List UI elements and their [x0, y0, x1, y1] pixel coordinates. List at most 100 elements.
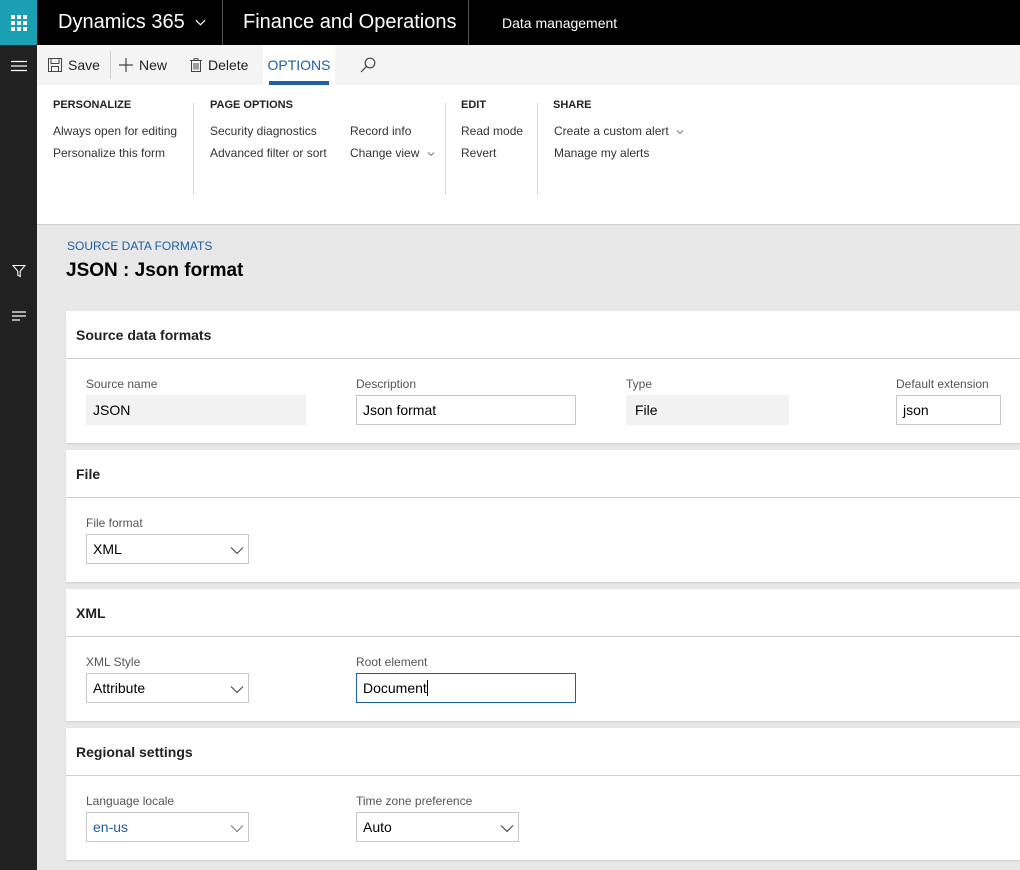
field-label: XML Style	[86, 655, 141, 669]
search-button[interactable]	[357, 45, 379, 85]
section-header[interactable]: Regional settings	[66, 728, 1020, 776]
field-value: XML	[93, 541, 122, 557]
change-view-button[interactable]: Change view	[350, 146, 435, 160]
waffle-icon	[10, 14, 27, 31]
ribbon-group-title: PAGE OPTIONS	[210, 99, 293, 111]
save-button[interactable]: Save	[48, 45, 100, 85]
new-label: New	[139, 57, 168, 73]
field-label: Source name	[86, 377, 158, 391]
language-locale-field: Language locale en-us	[86, 794, 249, 842]
time-zone-preference-select[interactable]: Auto	[356, 812, 519, 842]
source-name-input: JSON	[86, 395, 306, 425]
hamburger-menu-icon	[10, 60, 27, 72]
root-element-input[interactable]: Document	[356, 673, 576, 703]
default-extension-field: Default extension json	[896, 377, 1001, 425]
description-input[interactable]: Json format	[356, 395, 576, 425]
field-value: JSON	[93, 402, 131, 418]
filter-icon	[11, 264, 26, 278]
type-field: Type File	[626, 377, 789, 425]
tab-options[interactable]: OPTIONS	[263, 45, 335, 85]
topbar-divider	[468, 0, 469, 45]
field-label: File format	[86, 516, 143, 530]
chevron-down-icon	[427, 152, 435, 156]
advanced-filter-or-sort-button[interactable]: Advanced filter or sort	[210, 146, 327, 160]
field-value: Json format	[363, 402, 437, 418]
section-file: File File format XML	[66, 450, 1020, 582]
chevron-down-icon	[500, 825, 514, 833]
top-navigation-bar: Dynamics 365 Finance and Operations Data…	[0, 0, 1020, 45]
related-info-button[interactable]	[0, 301, 37, 331]
options-ribbon: PERSONALIZE Always open for editing Pers…	[37, 85, 1020, 225]
breadcrumb[interactable]: SOURCE DATA FORMATS	[67, 239, 212, 253]
record-info-button[interactable]: Record info	[350, 124, 411, 138]
manage-my-alerts-button[interactable]: Manage my alerts	[554, 146, 649, 160]
personalize-this-form-button[interactable]: Personalize this form	[53, 146, 165, 160]
xml-style-field: XML Style Attribute	[86, 655, 249, 703]
xml-style-select[interactable]: Attribute	[86, 673, 249, 703]
topbar-divider	[222, 0, 223, 45]
ribbon-divider	[193, 103, 194, 195]
field-label: Type	[626, 377, 653, 391]
module-name[interactable]: Data management	[502, 0, 617, 45]
page-title: JSON : Json format	[66, 260, 244, 281]
delete-button[interactable]: Delete	[190, 45, 248, 85]
chevron-down-icon	[195, 19, 206, 26]
section-header[interactable]: XML	[66, 589, 1020, 637]
description-field: Description Json format	[356, 377, 576, 425]
search-icon	[360, 57, 376, 73]
default-extension-input[interactable]: json	[896, 395, 1001, 425]
ribbon-group-title: EDIT	[461, 99, 487, 111]
create-custom-alert-button[interactable]: Create a custom alert	[554, 124, 684, 138]
field-value: Document	[363, 680, 427, 696]
filter-pane-button[interactable]	[0, 256, 37, 286]
action-pane: Save New Delete OPTIONS	[37, 45, 1020, 85]
section-header[interactable]: File	[66, 450, 1020, 498]
plus-icon	[119, 58, 133, 72]
text-cursor	[426, 680, 428, 696]
root-element-field: Root element Document	[356, 655, 576, 703]
chevron-down-icon	[230, 547, 244, 555]
save-icon	[48, 58, 62, 72]
ribbon-group-title: PERSONALIZE	[53, 99, 132, 111]
chevron-down-icon	[676, 130, 684, 134]
brand-label: Dynamics 365	[58, 11, 185, 33]
change-view-label: Change view	[350, 146, 420, 160]
left-navigation-pane	[0, 45, 37, 870]
chevron-down-icon	[230, 686, 244, 694]
time-zone-preference-field: Time zone preference Auto	[356, 794, 519, 842]
security-diagnostics-button[interactable]: Security diagnostics	[210, 124, 317, 138]
language-locale-select[interactable]: en-us	[86, 812, 249, 842]
field-label: Time zone preference	[356, 794, 473, 808]
field-value: File	[635, 402, 658, 418]
app-launcher-button[interactable]	[0, 0, 37, 45]
list-icon	[11, 311, 26, 321]
ribbon-group-title: SHARE	[553, 99, 592, 111]
revert-button[interactable]: Revert	[461, 146, 496, 160]
field-label: Description	[356, 377, 417, 391]
navigation-menu-button[interactable]	[0, 51, 37, 81]
brand-menu-button[interactable]: Dynamics 365	[58, 0, 206, 45]
toolbar-divider	[110, 51, 111, 79]
save-label: Save	[68, 57, 100, 73]
source-name-field: Source name JSON	[86, 377, 306, 425]
field-value: Auto	[363, 819, 392, 835]
create-custom-alert-label: Create a custom alert	[554, 124, 669, 138]
always-open-for-editing-button[interactable]: Always open for editing	[53, 124, 177, 138]
section-regional-settings: Regional settings Language locale en-us …	[66, 728, 1020, 860]
ribbon-divider	[445, 103, 446, 195]
delete-label: Delete	[208, 57, 249, 73]
tab-options-label: OPTIONS	[267, 57, 331, 73]
section-source-data-formats: Source data formats Source name JSON Des…	[66, 311, 1020, 443]
read-mode-button[interactable]: Read mode	[461, 124, 523, 138]
section-xml: XML XML Style Attribute Root element Doc…	[66, 589, 1020, 721]
trash-icon	[190, 58, 202, 72]
file-format-select[interactable]: XML	[86, 534, 249, 564]
chevron-down-icon	[230, 825, 244, 833]
field-label: Default extension	[896, 377, 989, 391]
field-value: en-us	[93, 819, 129, 835]
field-value: json	[903, 402, 929, 418]
field-label: Root element	[356, 655, 428, 669]
new-button[interactable]: New	[119, 45, 167, 85]
section-header[interactable]: Source data formats	[66, 311, 1020, 359]
type-input: File	[626, 395, 789, 425]
